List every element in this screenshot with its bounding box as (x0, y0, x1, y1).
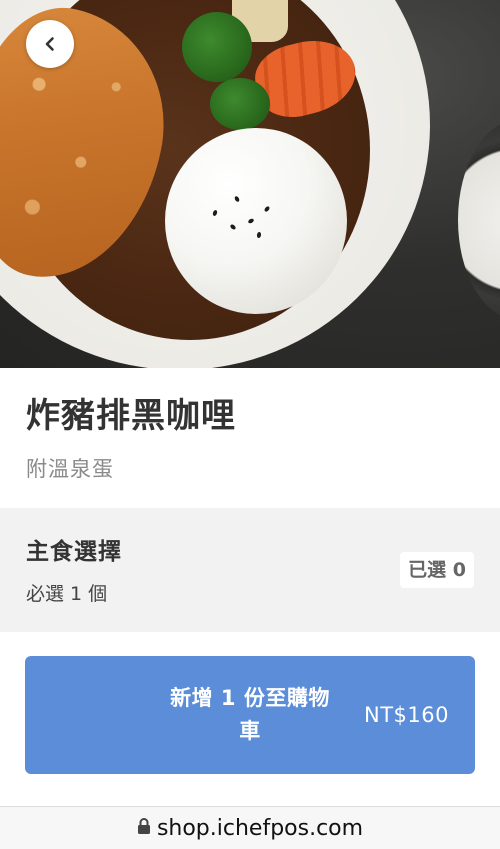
product-name: 炸豬排黑咖哩 (26, 396, 236, 436)
chevron-left-icon (42, 36, 58, 52)
product-photo (0, 0, 500, 368)
url-text: shop.ichefpos.com (156, 815, 364, 841)
option-group-rule: 必選 1 個 (26, 583, 108, 605)
broccoli (182, 12, 252, 82)
broccoli (210, 78, 270, 130)
add-to-cart-label: 新增 1 份至購物車 (170, 686, 330, 743)
selected-count-badge: 已選 0 (400, 552, 474, 588)
side-plate (458, 120, 500, 320)
back-button[interactable] (26, 20, 74, 68)
cart-footer: 新增 1 份至購物車 NT$160 (0, 632, 500, 806)
product-description: 附溫泉蛋 (26, 457, 114, 481)
rice-mound (165, 128, 347, 314)
add-to-cart-price: NT$160 (364, 703, 449, 727)
option-group-main-dish[interactable]: 主食選擇 必選 1 個 已選 0 (0, 508, 500, 632)
add-to-cart-button[interactable]: 新增 1 份至購物車 NT$160 (25, 656, 475, 774)
lock-icon (137, 816, 151, 841)
option-group-title: 主食選擇 (26, 539, 122, 565)
browser-url-bar[interactable]: shop.ichefpos.com (0, 806, 500, 849)
product-info: 炸豬排黑咖哩 附溫泉蛋 (0, 368, 500, 508)
